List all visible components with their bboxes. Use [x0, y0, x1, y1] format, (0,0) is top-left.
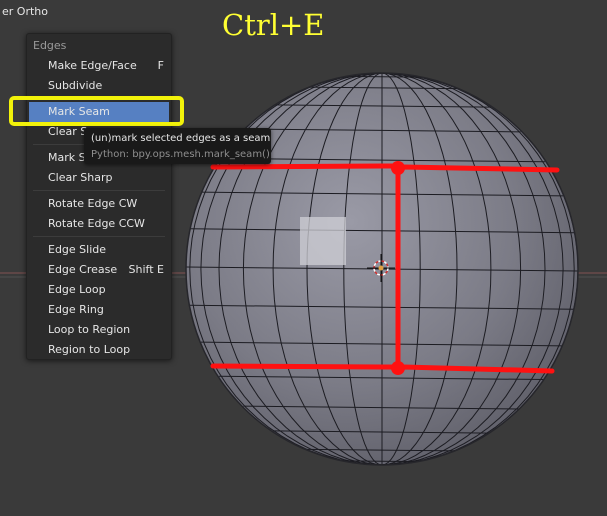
- selected-face: [300, 217, 346, 265]
- menu-item-rotate-edge-cw[interactable]: Rotate Edge CW: [27, 194, 171, 214]
- menu-item-label: Clear Sharp: [48, 171, 113, 184]
- menu-item-make-edge-face[interactable]: Make Edge/Face F: [27, 56, 171, 76]
- menu-item-label: Edge Slide: [48, 243, 107, 256]
- menu-separator: [33, 190, 165, 191]
- menu-item-label: Region to Loop: [48, 343, 131, 356]
- menu-item-label: Subdivide: [48, 79, 103, 92]
- menu-item-edge-crease[interactable]: Edge Crease Shift E: [27, 260, 171, 280]
- menu-item-rotate-edge-ccw[interactable]: Rotate Edge CCW: [27, 214, 171, 234]
- menu-item-clear-sharp[interactable]: Clear Sharp: [27, 168, 171, 188]
- menu-item-label: Rotate Edge CW: [48, 197, 138, 210]
- menu-item-label: Mark S: [48, 151, 86, 164]
- highlight-annotation: [9, 96, 184, 126]
- menu-item-shortcut: F: [157, 59, 164, 72]
- menu-item-label: Make Edge/Face: [48, 59, 137, 72]
- 3d-viewport[interactable]: er Ortho Ctrl+E Edges Make Edge/Face F Sub…: [0, 0, 607, 512]
- menu-title: Edges: [33, 39, 67, 52]
- menu-item-edge-loop[interactable]: Edge Loop: [27, 280, 171, 300]
- menu-item-label: Edge Loop: [48, 283, 106, 296]
- menu-separator: [33, 236, 165, 237]
- menu-item-label: Edge Ring: [48, 303, 104, 316]
- view-label: er Ortho: [2, 5, 48, 18]
- menu-item-loop-to-region[interactable]: Loop to Region: [27, 320, 171, 340]
- menu-item-shortcut: Shift E: [128, 263, 164, 276]
- menu-item-label: Edge Crease: [48, 263, 118, 276]
- tooltip: (un)mark selected edges as a seam Python…: [84, 128, 271, 164]
- menu-item-edge-slide[interactable]: Edge Slide: [27, 240, 171, 260]
- menu-item-region-to-loop[interactable]: Region to Loop: [27, 340, 171, 360]
- edges-menu: Edges Make Edge/Face F Subdivide Mark Seam C…: [26, 33, 172, 360]
- tooltip-description: (un)mark selected edges as a seam: [91, 133, 271, 144]
- tooltip-python: Python: bpy.ops.mesh.mark_seam(): [91, 149, 270, 160]
- menu-item-edge-ring[interactable]: Edge Ring: [27, 300, 171, 320]
- menu-item-subdivide[interactable]: Subdivide: [27, 76, 171, 96]
- menu-item-label: Loop to Region: [48, 323, 131, 336]
- menu-item-label: Rotate Edge CCW: [48, 217, 145, 230]
- shortcut-annotation: Ctrl+E: [222, 8, 325, 42]
